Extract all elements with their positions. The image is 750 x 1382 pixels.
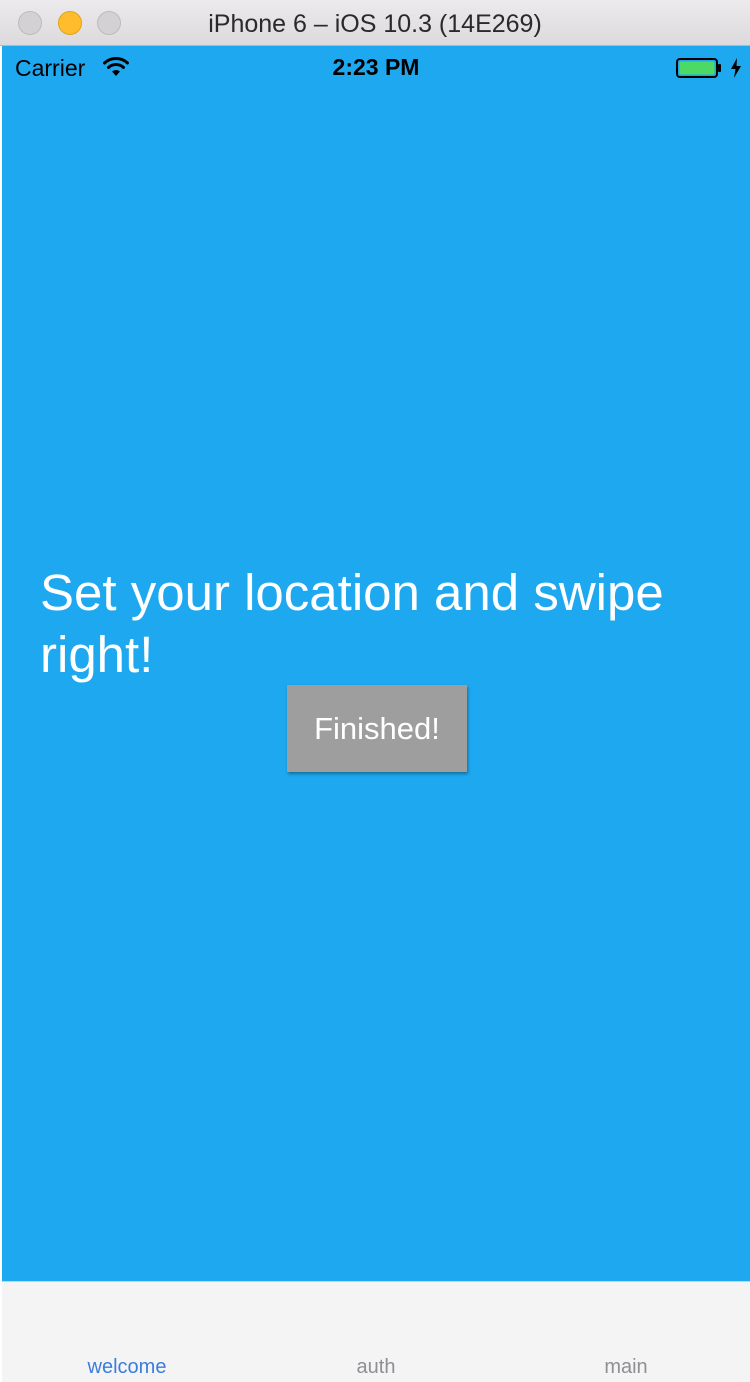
finished-button[interactable]: Finished! <box>287 685 467 772</box>
window-titlebar[interactable]: iPhone 6 – iOS 10.3 (14E269) <box>0 0 750 46</box>
battery-icon <box>676 58 721 78</box>
simulator-window: iPhone 6 – iOS 10.3 (14E269) Carrier 2:2… <box>0 0 750 1382</box>
status-bar: Carrier 2:23 PM <box>2 46 750 88</box>
tab-main-label: main <box>604 1356 648 1378</box>
window-title: iPhone 6 – iOS 10.3 (14E269) <box>208 10 542 38</box>
app-screen: Carrier 2:23 PM Set your location and sw… <box>2 46 750 1382</box>
tab-welcome[interactable]: welcome <box>2 1282 252 1382</box>
status-time: 2:23 PM <box>332 54 420 80</box>
tab-main[interactable]: main <box>501 1282 750 1382</box>
tab-auth[interactable]: auth <box>251 1282 501 1382</box>
page-headline: Set your location and swipe right! <box>40 564 664 683</box>
tab-bar: welcome auth main <box>2 1281 750 1382</box>
tab-welcome-label: welcome <box>87 1356 167 1378</box>
charging-bolt-icon <box>731 58 741 78</box>
tab-auth-label: auth <box>356 1356 396 1378</box>
